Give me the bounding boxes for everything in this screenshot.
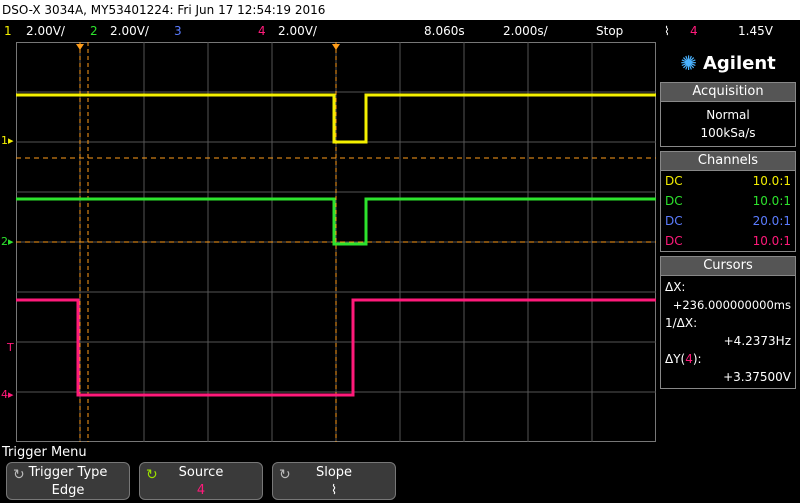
channels-box: DC 10.0:1 DC 10.0:1 DC 20.0:1 DC 10.0:1 — [660, 171, 796, 252]
cursor-dy-label: ΔY(4): — [665, 352, 702, 366]
window-title: DSO-X 3034A, MY53401224: Fri Jun 17 12:5… — [0, 0, 800, 20]
menu-title: Trigger Menu — [2, 445, 87, 460]
channel-row-2[interactable]: DC 10.0:1 — [661, 191, 795, 211]
ch4-scale[interactable]: 2.00V/ — [278, 20, 317, 42]
brand-logo: ✺ Agilent — [660, 44, 796, 82]
acquisition-box: Normal 100kSa/s — [660, 102, 796, 147]
trigger-level[interactable]: 1.45V — [738, 20, 773, 42]
cursor-inv-value: +4.2373Hz — [723, 334, 791, 348]
cursors-header[interactable]: Cursors — [660, 256, 796, 276]
trigger-position-marker — [332, 44, 340, 50]
ch2-level-marker[interactable]: 2▸ — [1, 235, 14, 248]
status-bar: 1 2.00V/ 2 2.00V/ 3 4 2.00V/ 8.060s 2.00… — [0, 20, 800, 42]
ch1-number[interactable]: 1 — [4, 20, 12, 42]
waveform-display[interactable] — [16, 42, 656, 442]
ch2-number[interactable]: 2 — [90, 20, 98, 42]
run-state[interactable]: Stop — [596, 20, 623, 42]
acquisition-rate: 100kSa/s — [700, 126, 756, 140]
acquisition-mode: Normal — [706, 108, 750, 122]
cursors-box: ΔX: +236.000000000ms 1/ΔX: +4.2373Hz ΔY(… — [660, 276, 796, 389]
channel-row-1[interactable]: DC 10.0:1 — [661, 171, 795, 191]
waveform-svg — [16, 42, 656, 442]
cursor-dy-value: +3.37500V — [723, 370, 791, 384]
time-scale[interactable]: 2.000s/ — [503, 20, 548, 42]
ch4-number[interactable]: 4 — [258, 20, 266, 42]
channel-row-3[interactable]: DC 20.0:1 — [661, 211, 795, 231]
ch4-level-marker[interactable]: 4▸ — [1, 388, 14, 401]
trigger-source[interactable]: 4 — [690, 20, 698, 42]
slope-softkey[interactable]: ↻ Slope ⌇ — [272, 462, 396, 500]
time-delay[interactable]: 8.060s — [424, 20, 465, 42]
channel-row-4[interactable]: DC 10.0:1 — [661, 231, 795, 251]
ch3-number[interactable]: 3 — [174, 20, 182, 42]
cursor-inv-label: 1/ΔX: — [665, 316, 698, 330]
cursor-x1-marker — [76, 44, 84, 50]
trigger-level-marker[interactable]: T — [7, 341, 14, 354]
cursor-dx-value: +236.000000000ms — [672, 298, 791, 312]
ch1-level-marker[interactable]: 1▸ — [1, 134, 14, 147]
ch2-scale[interactable]: 2.00V/ — [110, 20, 149, 42]
agilent-spark-icon: ✺ — [680, 51, 697, 75]
info-panel: ✺ Agilent Acquisition Normal 100kSa/s Ch… — [660, 44, 796, 440]
brand-name: Agilent — [702, 52, 776, 74]
acquisition-header[interactable]: Acquisition — [660, 82, 796, 102]
cursor-dx-label: ΔX: — [665, 280, 686, 294]
channels-header[interactable]: Channels — [660, 151, 796, 171]
source-softkey[interactable]: ↻ Source 4 — [139, 462, 263, 500]
ch1-scale[interactable]: 2.00V/ — [26, 20, 65, 42]
trigger-type-softkey[interactable]: ↻ Trigger Type Edge — [6, 462, 130, 500]
trigger-slope-icon: ⌇ — [664, 24, 670, 38]
